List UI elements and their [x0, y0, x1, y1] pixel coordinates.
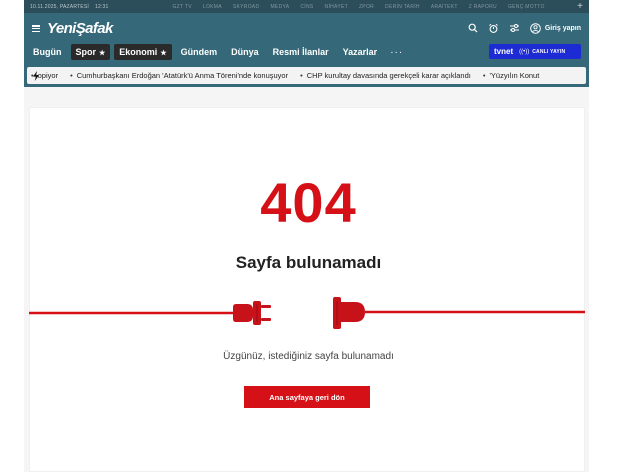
nav-label: Yazarlar [342, 47, 378, 57]
alarm-icon[interactable] [488, 22, 500, 34]
ticker-item[interactable]: 'Yüzyılın Konut [483, 71, 540, 80]
login-button[interactable]: Giriş yapın [530, 22, 581, 34]
nav-item-ekonomi[interactable]: Ekonomi ★ [114, 44, 172, 60]
site-header: YeniŞafak Giriş yapın Bugün Spor ★ Ekonom… [24, 13, 589, 67]
plus-icon[interactable]: + [577, 1, 583, 12]
star-icon: ★ [160, 50, 167, 57]
ticker-item[interactable]: CHP kurultay davasında gerekçeli karar a… [300, 71, 471, 80]
partner-link[interactable]: NİHAYET [325, 4, 348, 10]
ticker-bar: opiyor Cumhurbaşkanı Erdoğan 'Atatürk'ü … [24, 67, 589, 87]
broadcast-icon: ((•)) [519, 48, 530, 55]
error-title: Sayfa bulunamadı [235, 253, 382, 272]
partner-link[interactable]: CİNS [300, 4, 313, 10]
current-date: 10.11.2025, PAZARTESİ [30, 3, 89, 10]
user-icon [530, 22, 541, 34]
partner-link[interactable]: MEDYA [270, 4, 289, 10]
nav-label: Bugün [33, 47, 62, 57]
settings-sliders-icon[interactable] [509, 22, 521, 34]
tvnet-live-button[interactable]: tvnet ((•)) CANLI YAYIN [489, 44, 581, 59]
error-message: Üzgünüz, istediğiniz sayfa bulunamadı [223, 351, 394, 362]
login-label: Giriş yapın [544, 24, 581, 32]
partner-links: GZT TV LOKMA SKYROAD MEDYA CİNS NİHAYET … [172, 4, 544, 10]
unplugged-cable-illustration [29, 297, 585, 329]
plug-icon [233, 301, 271, 325]
socket-icon [333, 297, 365, 329]
current-time: 12:31 [94, 3, 109, 10]
partner-link[interactable]: GENÇ MOTTO [508, 4, 545, 10]
live-label: CANLI YAYIN [532, 48, 566, 55]
partner-link[interactable]: DERİN TARİH [385, 4, 420, 10]
search-icon[interactable] [467, 22, 479, 34]
nav-label: Gündem [180, 47, 218, 57]
ticker-item[interactable]: opiyor [31, 71, 58, 80]
partner-link[interactable]: ZPOR [359, 4, 374, 10]
star-icon: ★ [99, 50, 106, 57]
more-menu-icon[interactable]: ··· [386, 47, 407, 58]
back-to-home-button[interactable]: Ana sayfaya geri dön [244, 386, 370, 408]
partner-link[interactable]: Z RAPORU [469, 4, 497, 10]
nav-item-dunya[interactable]: Dünya [226, 44, 264, 60]
tvnet-logo: tvnet [494, 47, 514, 56]
top-utility-bar: 10.11.2025, PAZARTESİ 12:31 GZT TV LOKMA … [24, 0, 589, 13]
nav-item-yazarlar[interactable]: Yazarlar [338, 44, 383, 60]
partner-link[interactable]: LOKMA [203, 4, 222, 10]
nav-label: Dünya [231, 47, 259, 57]
menu-icon[interactable] [32, 25, 40, 32]
right-margin [589, 0, 617, 472]
ticker-items: opiyor Cumhurbaşkanı Erdoğan 'Atatürk'ü … [31, 71, 551, 80]
news-ticker: opiyor Cumhurbaşkanı Erdoğan 'Atatürk'ü … [27, 67, 586, 84]
main-nav: Bugün Spor ★ Ekonomi ★ Gündem Dünya Resmi … [28, 44, 407, 60]
ticker-item[interactable]: Cumhurbaşkanı Erdoğan 'Atatürk'ü Anma Tö… [70, 71, 288, 80]
nav-label: Spor [75, 47, 97, 57]
nav-item-bugun[interactable]: Bugün [28, 44, 67, 60]
partner-link[interactable]: GZT TV [172, 4, 191, 10]
nav-item-spor[interactable]: Spor ★ [70, 44, 111, 60]
error-code: 404 [260, 171, 357, 234]
error-card [29, 107, 585, 472]
date-time: 10.11.2025, PAZARTESİ 12:31 [30, 4, 114, 10]
nav-label: Resmi İlanlar [272, 47, 329, 57]
nav-item-resmi-ilanlar[interactable]: Resmi İlanlar [268, 44, 334, 60]
nav-label: Ekonomi [119, 47, 158, 57]
header-actions: Giriş yapın [467, 22, 581, 34]
partner-link[interactable]: ARAİTEKT [431, 4, 458, 10]
partner-link[interactable]: SKYROAD [233, 4, 260, 10]
site-logo[interactable]: YeniŞafak [47, 20, 113, 37]
nav-item-gundem[interactable]: Gündem [176, 44, 223, 60]
